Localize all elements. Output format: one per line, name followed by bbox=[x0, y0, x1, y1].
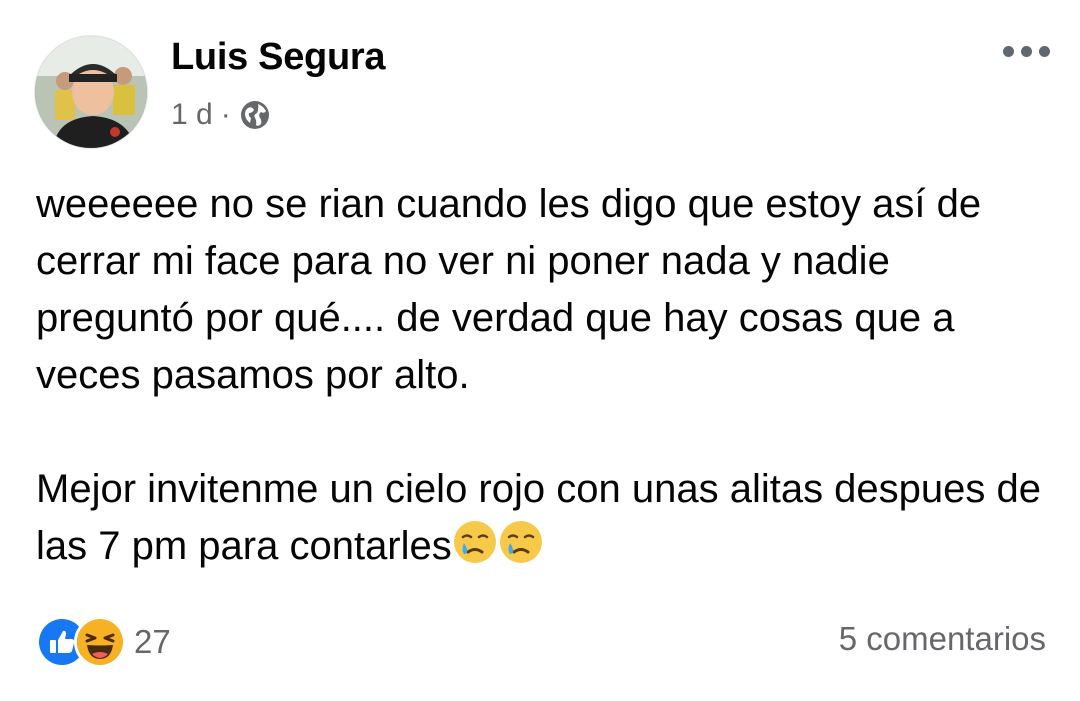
post-paragraph: weeeeee no se rian cuando les digo que e… bbox=[36, 182, 982, 397]
crying-face-emoji-icon bbox=[452, 519, 498, 565]
comments-count-link[interactable]: 5 comentarios bbox=[839, 620, 1046, 658]
more-dot-icon bbox=[1039, 46, 1050, 57]
post-text: weeeeee no se rian cuando les digo que e… bbox=[36, 176, 1046, 575]
post-time[interactable]: 1 d bbox=[171, 98, 213, 132]
crying-face-emoji-icon bbox=[498, 519, 544, 565]
globe-icon bbox=[239, 99, 271, 131]
post-paragraph: Mejor invitenme un cielo rojo con unas a… bbox=[36, 461, 1046, 575]
author-name[interactable]: Luis Segura bbox=[171, 36, 386, 79]
meta-separator: · bbox=[220, 98, 231, 131]
reaction-count: 27 bbox=[134, 623, 171, 660]
post-meta: 1 d · bbox=[171, 98, 271, 132]
more-dot-icon bbox=[1021, 46, 1032, 57]
more-options-button[interactable] bbox=[1003, 46, 1050, 57]
avatar[interactable] bbox=[34, 35, 148, 149]
more-dot-icon bbox=[1003, 46, 1014, 57]
haha-icon bbox=[74, 616, 126, 668]
reactions-summary[interactable]: 27 bbox=[36, 616, 171, 668]
